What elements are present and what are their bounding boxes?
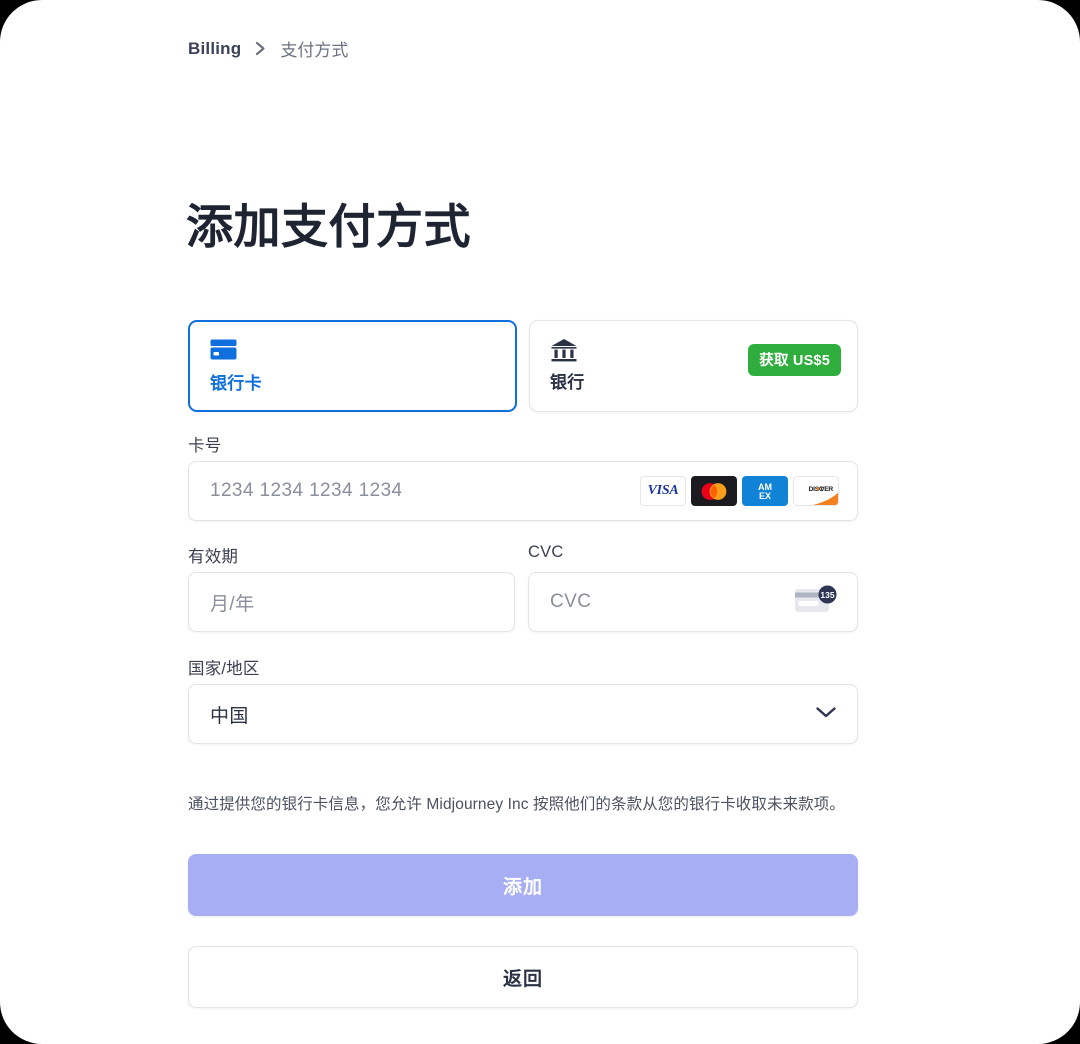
- svg-text:VER: VER: [820, 486, 833, 493]
- svg-text:EX: EX: [759, 491, 771, 501]
- breadcrumb-link-billing[interactable]: Billing: [188, 39, 241, 59]
- cvc-input[interactable]: CVC 135: [528, 572, 858, 632]
- back-button[interactable]: 返回: [188, 946, 858, 1008]
- breadcrumb: Billing 支付方式: [188, 36, 348, 61]
- payment-method-bank[interactable]: 银行 获取 US$5: [529, 320, 858, 412]
- cvc-hint-icon: 135: [793, 583, 839, 622]
- country-label: 国家/地区: [188, 660, 260, 678]
- billing-disclaimer: 通过提供您的银行卡信息，您允许 Midjourney Inc 按照他们的条款从您…: [188, 795, 846, 813]
- payment-method-card-label: 银行卡: [210, 374, 262, 393]
- payment-method-bank-label: 银行: [550, 373, 585, 392]
- card-number-input[interactable]: 1234 1234 1234 1234 VISA AM EX DISC VER: [188, 461, 858, 521]
- add-button[interactable]: 添加: [188, 854, 858, 916]
- country-selected-value: 中国: [210, 705, 249, 727]
- status-badge-bank-bonus: 获取 US$5: [748, 344, 841, 376]
- visa-icon: VISA: [640, 476, 686, 506]
- card-brand-icons: VISA AM EX DISC VER: [640, 476, 839, 506]
- card-number-label: 卡号: [188, 437, 222, 455]
- expiry-input[interactable]: 月/年: [188, 572, 515, 632]
- expiry-label: 有效期: [188, 548, 239, 566]
- cvc-placeholder: CVC: [550, 591, 592, 612]
- expiry-placeholder: 月/年: [210, 593, 255, 615]
- discover-icon: DISC VER: [793, 476, 839, 506]
- mastercard-icon: [691, 476, 737, 506]
- payment-method-selector: 银行卡 银行 获取 US$5: [188, 320, 858, 412]
- cvc-label: CVC: [528, 543, 564, 561]
- visa-icon-text: VISA: [647, 483, 679, 498]
- chevron-down-icon: [815, 705, 837, 724]
- credit-card-icon: [210, 339, 499, 365]
- breadcrumb-current-payment-methods: 支付方式: [280, 41, 349, 60]
- payment-method-card[interactable]: 银行卡: [188, 320, 517, 412]
- card-number-placeholder: 1234 1234 1234 1234: [210, 480, 403, 501]
- page-title: 添加支付方式: [186, 200, 471, 254]
- chevron-right-icon: [254, 41, 267, 56]
- amex-icon: AM EX: [742, 476, 788, 506]
- svg-text:135: 135: [820, 590, 834, 600]
- payment-method-page: Billing 支付方式 添加支付方式 银行卡 银行 获取 US$5 卡号 12…: [0, 0, 1080, 1044]
- country-select[interactable]: 中国: [188, 684, 858, 744]
